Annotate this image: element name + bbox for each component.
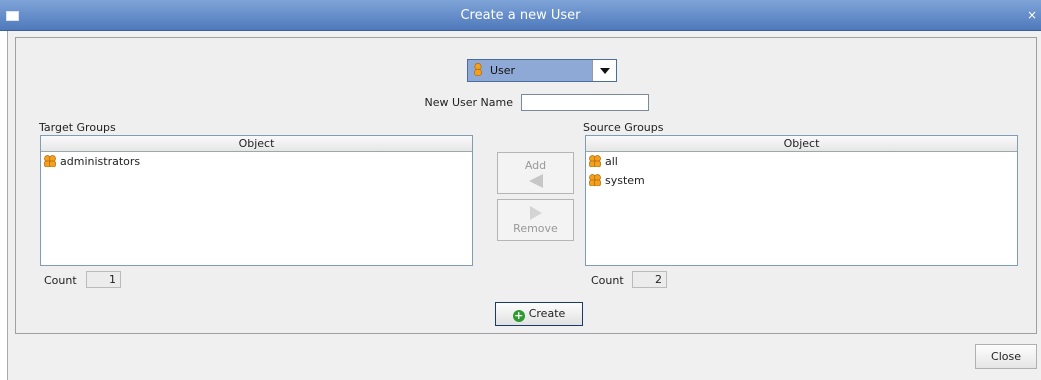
user-icon [474,63,482,76]
create-button[interactable]: + Create [495,302,583,326]
new-user-name-label: New User Name [424,96,513,109]
source-groups-title: Source Groups [583,121,664,134]
target-groups-title: Target Groups [39,121,116,134]
add-button-label: Add [524,159,547,172]
row-label: administrators [60,155,141,168]
group-icon [589,174,601,186]
arrow-left-icon [528,174,543,188]
arrow-right-icon [529,206,542,220]
group-icon [44,155,56,167]
source-count-label: Count [591,274,624,287]
row-label: all [605,155,618,168]
table-row[interactable]: system [586,171,1017,190]
close-button[interactable]: Close [975,344,1037,369]
window-title: Create a new User [460,8,581,23]
remove-button[interactable]: Remove [497,199,574,241]
type-selector-label: User [490,64,516,77]
source-groups-column-header[interactable]: Object [586,136,1017,152]
new-user-name-input[interactable] [521,94,649,111]
type-selector[interactable]: User [467,59,617,82]
type-selector-value: User [468,60,593,81]
row-label: system [605,174,645,187]
remove-button-label: Remove [513,222,558,235]
add-button[interactable]: Add [497,152,574,194]
target-groups-table[interactable]: Object administrators [40,135,473,266]
table-row[interactable]: administrators [41,152,472,171]
close-window-icon[interactable]: × [1027,8,1037,22]
target-groups-column-header[interactable]: Object [41,136,472,152]
plus-icon: + [512,309,525,322]
create-button-label: Create [528,307,566,320]
main-panel: User New User Name Target Groups Object … [15,37,1037,334]
target-count-label: Count [44,274,77,287]
title-bar: Create a new User × [0,0,1041,31]
group-icon [589,155,601,167]
target-count-value: 1 [86,271,121,288]
dialog-body: User New User Name Target Groups Object … [7,31,1041,380]
source-count-value: 2 [632,271,667,288]
chevron-down-icon[interactable] [592,60,616,81]
source-groups-table[interactable]: Object all system [585,135,1018,266]
table-row[interactable]: all [586,152,1017,171]
